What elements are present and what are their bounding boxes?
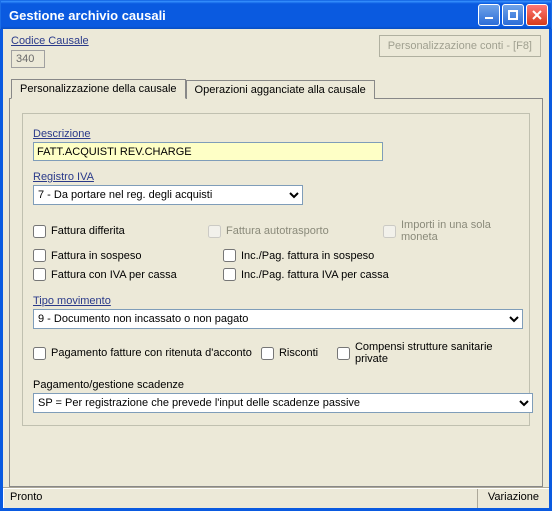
status-right: Variazione xyxy=(477,489,549,508)
chk-fattura-sospeso[interactable]: Fattura in sospeso xyxy=(33,249,223,262)
descrizione-input[interactable] xyxy=(33,142,383,161)
group-box: Descrizione Registro IVA 7 - Da portare … xyxy=(22,113,530,426)
tipo-movimento-label[interactable]: Tipo movimento xyxy=(33,295,519,307)
chk-pagamento-ritenuta[interactable]: Pagamento fatture con ritenuta d'acconto xyxy=(33,347,261,360)
chk-compensi-sanitarie[interactable]: Compensi strutture sanitarie private xyxy=(337,341,519,365)
descrizione-label[interactable]: Descrizione xyxy=(33,128,519,140)
tipo-movimento-select[interactable]: 9 - Documento non incassato o non pagato xyxy=(33,309,523,329)
tabstrip: Personalizzazione della causale Operazio… xyxy=(9,78,543,98)
personalizzazione-conti-button: Personalizzazione conti - [F8] xyxy=(379,35,541,57)
close-icon xyxy=(531,9,543,21)
close-button[interactable] xyxy=(526,4,548,26)
minimize-button[interactable] xyxy=(478,4,500,26)
statusbar: Pronto Variazione xyxy=(3,488,549,508)
chk-incpag-iva-cassa[interactable]: Inc./Pag. fattura IVA per cassa xyxy=(223,268,413,281)
tab-operazioni[interactable]: Operazioni agganciate alla causale xyxy=(186,80,375,99)
pagamento-scadenze-label: Pagamento/gestione scadenze xyxy=(33,379,519,391)
tab-panel: Descrizione Registro IVA 7 - Da portare … xyxy=(9,98,543,487)
codice-causale-label[interactable]: Codice Causale xyxy=(11,35,89,47)
chk-risconti[interactable]: Risconti xyxy=(261,347,337,360)
maximize-icon xyxy=(507,9,519,21)
chk-fattura-iva-cassa[interactable]: Fattura con IVA per cassa xyxy=(33,268,223,281)
registro-iva-label[interactable]: Registro IVA xyxy=(33,171,519,183)
codice-causale-value: 340 xyxy=(11,50,45,68)
maximize-button[interactable] xyxy=(502,4,524,26)
chk-fattura-autotrasporto: Fattura autotrasporto xyxy=(208,225,383,238)
registro-iva-select[interactable]: 7 - Da portare nel reg. degli acquisti xyxy=(33,185,303,205)
tab-personalizzazione[interactable]: Personalizzazione della causale xyxy=(11,79,186,99)
pagamento-scadenze-select[interactable]: SP = Per registrazione che prevede l'inp… xyxy=(33,393,533,413)
chk-incpag-fattura-sospeso[interactable]: Inc./Pag. fattura in sospeso xyxy=(223,249,413,262)
chk-importi-moneta: Importi in una sola moneta xyxy=(383,219,519,243)
status-left: Pronto xyxy=(4,489,48,508)
chk-fattura-differita[interactable]: Fattura differita xyxy=(33,225,208,238)
window-title: Gestione archivio causali xyxy=(9,8,476,23)
minimize-icon xyxy=(483,9,495,21)
titlebar: Gestione archivio causali xyxy=(0,0,552,29)
